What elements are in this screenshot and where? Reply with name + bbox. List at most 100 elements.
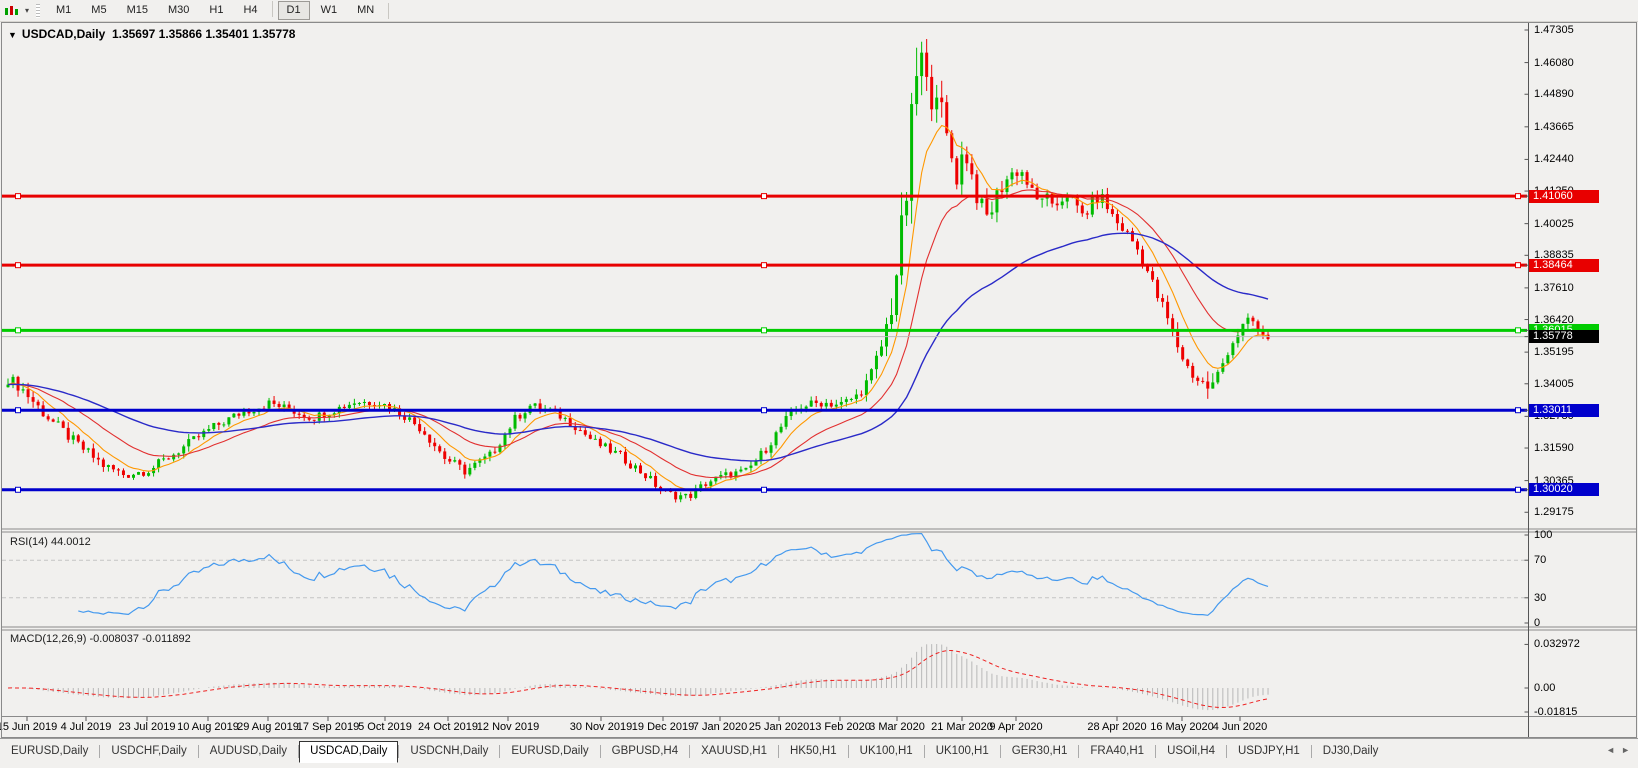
price-axis-tick-1.29175: 1.29175 xyxy=(1534,506,1574,519)
date-axis-label: 15 Jun 2019 xyxy=(0,721,58,733)
timeframe-button-M15[interactable]: M15 xyxy=(118,1,157,20)
timeframe-button-H4[interactable]: H4 xyxy=(234,1,266,20)
symbol-tab-bar: EURUSD,Daily USDCHF,Daily AUDUSD,Daily USDC… xyxy=(0,738,1638,768)
symbol-tab-USDJPY-H1[interactable]: USDJPY,H1 xyxy=(1227,741,1311,763)
symbol-tab-EURUSD-Daily[interactable]: EURUSD,Daily xyxy=(0,741,99,763)
timeframe-button-H1[interactable]: H1 xyxy=(200,1,232,20)
level-line-handle[interactable] xyxy=(1515,407,1521,414)
chart-type-dropdown-caret-icon[interactable]: ▾ xyxy=(25,6,29,15)
chart-title-ohlc: 1.35697 1.35866 1.35401 1.35778 xyxy=(111,27,296,41)
date-axis-label: 17 Sep 2019 xyxy=(296,721,360,733)
price-badge-1.33011: 1.33011 xyxy=(1529,403,1599,417)
price-badge-1.30020: 1.30020 xyxy=(1529,483,1599,497)
toolbar-separator xyxy=(388,2,390,19)
symbol-tab-EURUSD-Daily[interactable]: EURUSD,Daily xyxy=(500,741,599,763)
date-axis-label: 21 Mar 2020 xyxy=(931,721,993,733)
symbol-tab-AUDUSD-Daily[interactable]: AUDUSD,Daily xyxy=(199,741,298,763)
symbol-tab-HK50-H1[interactable]: HK50,H1 xyxy=(779,741,848,763)
symbol-tab-FRA40-H1[interactable]: FRA40,H1 xyxy=(1079,741,1155,763)
level-line-handle[interactable] xyxy=(1515,327,1521,334)
date-axis-label: 9 Apr 2020 xyxy=(989,721,1043,733)
date-axis-label: 16 May 2020 xyxy=(1150,721,1214,733)
level-line-handle[interactable] xyxy=(15,327,21,334)
timeframe-button-M5[interactable]: M5 xyxy=(82,1,115,20)
tabs-scroll-left-icon[interactable]: ◄ xyxy=(1606,745,1615,755)
timeframe-button-W1[interactable]: W1 xyxy=(312,1,347,20)
chart-title-symbol: USDCAD,Daily xyxy=(21,27,106,41)
level-line-handle[interactable] xyxy=(1515,193,1521,200)
price-axis-tick-1.47305: 1.47305 xyxy=(1534,24,1574,36)
level-line-handle[interactable] xyxy=(761,486,767,493)
symbol-dropdown-triangle-icon[interactable]: ▼ xyxy=(8,30,17,40)
price-axis-tick-1.43665: 1.43665 xyxy=(1534,120,1574,133)
symbol-tab-UK100-H1[interactable]: UK100,H1 xyxy=(849,741,924,763)
price-axis-tick-1.34005: 1.34005 xyxy=(1534,377,1574,390)
symbol-tab-GBPUSD-H4[interactable]: GBPUSD,H4 xyxy=(601,741,689,763)
price-axis-tick-1.31590: 1.31590 xyxy=(1534,442,1574,455)
macd-axis-tick-0.032972: 0.032972 xyxy=(1534,638,1580,651)
macd-indicator-label: MACD(12,26,9) -0.008037 -0.011892 xyxy=(10,633,191,645)
date-axis-label: 4 Jun 2020 xyxy=(1212,721,1268,733)
level-line-handle[interactable] xyxy=(1515,486,1521,493)
date-axis-label: 24 Oct 2019 xyxy=(418,721,478,733)
date-axis-label: 28 Apr 2020 xyxy=(1087,721,1147,733)
rsi-axis-tick-30: 30 xyxy=(1534,591,1547,604)
level-line-handle[interactable] xyxy=(761,327,767,334)
date-axis-label: 25 Jan 2020 xyxy=(748,721,810,733)
price-badge-1.41060: 1.41060 xyxy=(1529,189,1599,203)
date-axis-label: 23 Jul 2019 xyxy=(118,721,176,733)
symbol-tab-USOil-H4[interactable]: USOil,H4 xyxy=(1156,741,1226,763)
timeframe-buttons: M1 M5 M15 M30 H1 H4 D1 W1 MN xyxy=(46,1,384,20)
level-line-handle[interactable] xyxy=(761,193,767,200)
symbol-tab-XAUUSD-H1[interactable]: XAUUSD,H1 xyxy=(690,741,778,763)
level-line-handle[interactable] xyxy=(15,407,21,414)
level-line-handle[interactable] xyxy=(15,193,21,200)
date-axis-label: 29 Aug 2019 xyxy=(237,721,299,733)
rsi-axis-tick-0: 0 xyxy=(1534,617,1541,629)
level-line-handle[interactable] xyxy=(761,407,767,414)
symbol-tab-USDCHF-Daily[interactable]: USDCHF,Daily xyxy=(100,741,197,763)
date-axis-label: 30 Nov 2019 xyxy=(569,721,633,733)
timeframe-button-M30[interactable]: M30 xyxy=(159,1,198,20)
level-line-handle[interactable] xyxy=(1515,262,1521,269)
date-axis-label: 4 Jul 2019 xyxy=(60,721,112,733)
symbol-tab-DJ30-Daily[interactable]: DJ30,Daily xyxy=(1312,741,1390,763)
toolbar-separator xyxy=(271,1,273,17)
timeframe-button-D1[interactable]: D1 xyxy=(277,1,310,20)
rsi-axis-tick-100: 100 xyxy=(1534,529,1553,541)
date-axis-label: 12 Nov 2019 xyxy=(476,721,540,733)
tabs-scroll-right-icon[interactable]: ► xyxy=(1621,745,1630,755)
price-axis-tick-1.37610: 1.37610 xyxy=(1534,281,1574,294)
rsi-indicator-label: RSI(14) 44.0012 xyxy=(10,536,91,548)
macd-axis-tick--0.01815: -0.01815 xyxy=(1534,705,1578,718)
timeframe-toolbar: ▾ M1 M5 M15 M30 H1 H4 D1 W1 MN xyxy=(0,0,1638,22)
timeframe-button-MN[interactable]: MN xyxy=(348,1,383,20)
price-axis-tick-1.42440: 1.42440 xyxy=(1534,153,1574,166)
symbol-tab-USDCAD-Daily[interactable]: USDCAD,Daily xyxy=(299,741,399,763)
price-axis-tick-1.46080: 1.46080 xyxy=(1534,56,1574,69)
date-axis-label: 5 Oct 2019 xyxy=(358,721,412,733)
rsi-axis-tick-70: 70 xyxy=(1534,554,1547,567)
date-axis-label: 19 Dec 2019 xyxy=(631,721,695,733)
date-axis-label: 7 Jan 2020 xyxy=(692,721,748,733)
toolbar-grip-handle[interactable] xyxy=(36,3,41,18)
price-axis-tick-1.40025: 1.40025 xyxy=(1534,217,1574,230)
chart-title: ▼ USDCAD,Daily 1.35697 1.35866 1.35401 1.… xyxy=(8,27,295,41)
date-axis-label: 13 Feb 2020 xyxy=(809,721,871,733)
price-axis-tick-1.35195: 1.35195 xyxy=(1534,346,1574,359)
date-axis-label: 3 Mar 2020 xyxy=(869,721,925,733)
timeframe-button-M1[interactable]: M1 xyxy=(47,1,80,20)
date-axis-label: 10 Aug 2019 xyxy=(177,721,239,733)
symbol-tab-GER30-H1[interactable]: GER30,H1 xyxy=(1001,741,1079,763)
chart-canvas[interactable] xyxy=(0,0,1638,768)
price-badge-1.38464: 1.38464 xyxy=(1529,258,1599,272)
level-line-handle[interactable] xyxy=(761,262,767,269)
chart-type-icon[interactable] xyxy=(4,3,24,19)
price-axis-tick-1.44890: 1.44890 xyxy=(1534,88,1574,101)
level-line-handle[interactable] xyxy=(15,262,21,269)
symbol-tab-UK100-H1[interactable]: UK100,H1 xyxy=(925,741,1000,763)
level-line-handle[interactable] xyxy=(15,486,21,493)
macd-axis-tick-0.00: 0.00 xyxy=(1534,682,1556,694)
mt4-window: ▾ M1 M5 M15 M30 H1 H4 D1 W1 MN ▼ USDCAD,Daily 1.3… xyxy=(0,0,1638,768)
symbol-tab-USDCNH-Daily[interactable]: USDCNH,Daily xyxy=(399,741,499,763)
